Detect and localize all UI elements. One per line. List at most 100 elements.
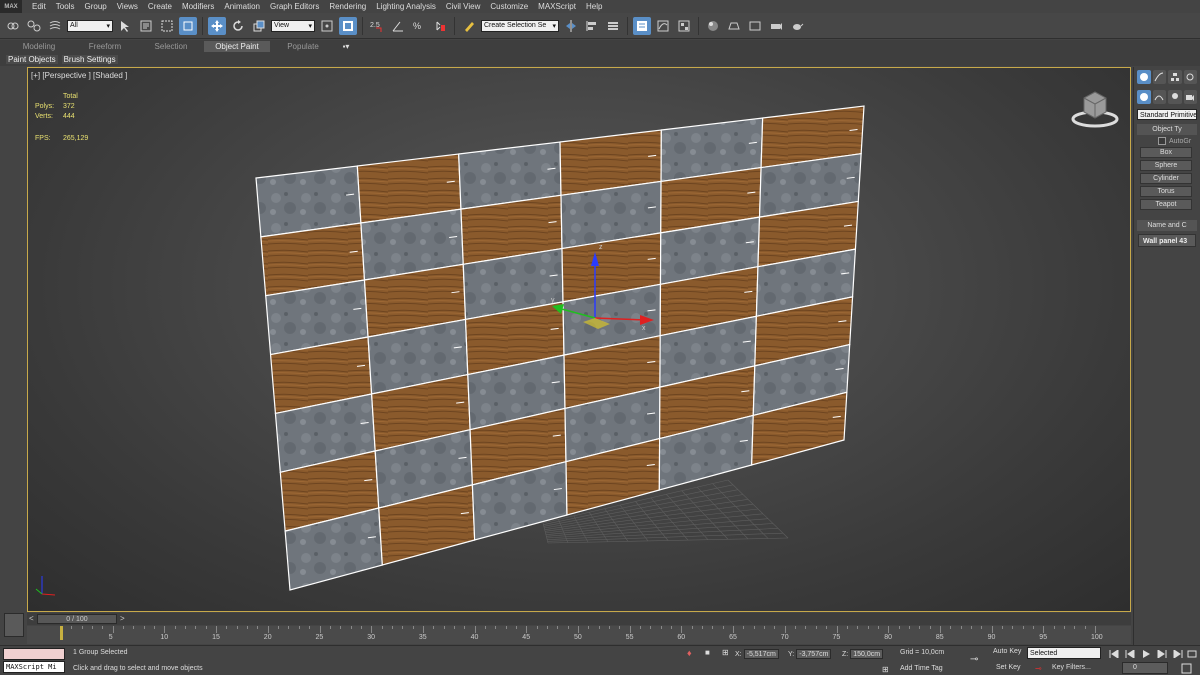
material-editor-icon[interactable] <box>704 17 722 35</box>
mini-curve-editor-icon[interactable] <box>4 613 24 637</box>
next-frame-icon[interactable] <box>1156 648 1168 660</box>
curve-editor-icon[interactable] <box>654 17 672 35</box>
schematic-view-icon[interactable] <box>675 17 693 35</box>
x-field[interactable]: -5,517cm <box>743 649 779 659</box>
paint-objects-panel[interactable]: Paint Objects <box>6 55 58 64</box>
autogrid-check[interactable] <box>1158 137 1166 145</box>
window-crossing-icon[interactable] <box>179 16 197 35</box>
time-tag-icon[interactable]: ⊞ <box>882 665 889 674</box>
ribbon-tab-populate[interactable]: Populate <box>270 41 336 52</box>
app-logo[interactable]: MAX <box>0 0 22 13</box>
y-field[interactable]: -3,757cm <box>796 649 832 659</box>
wall-panel-group[interactable] <box>255 105 865 591</box>
name-color-rollout[interactable]: Name and C <box>1137 220 1197 231</box>
autogrid-checkbox[interactable]: AutoGr <box>1158 137 1200 145</box>
isolate-selection-icon[interactable]: ♦ <box>687 648 692 658</box>
auto-key-button[interactable]: Auto Key <box>993 648 1021 655</box>
time-config-icon[interactable] <box>1186 648 1198 660</box>
menu-group[interactable]: Group <box>74 2 106 11</box>
box-button[interactable]: Box <box>1140 147 1192 158</box>
play-icon[interactable] <box>1140 648 1152 660</box>
maxscript-listener-input[interactable] <box>3 648 65 660</box>
sphere-button[interactable]: Sphere <box>1140 160 1192 171</box>
scene-explorer-icon[interactable] <box>633 16 651 35</box>
cameras-icon[interactable] <box>1183 90 1197 104</box>
primitive-category-dropdown[interactable]: Standard Primitives <box>1137 109 1197 120</box>
unlink-icon[interactable] <box>25 17 43 35</box>
percent-snap-icon[interactable]: % <box>410 17 428 35</box>
time-slider-thumb[interactable]: 0 / 100 <box>37 614 117 624</box>
render-production-icon[interactable] <box>767 17 785 35</box>
teapot-button[interactable]: Teapot <box>1140 199 1192 210</box>
current-frame-field[interactable]: 0 <box>1122 662 1168 674</box>
rect-selection-region-icon[interactable] <box>158 17 176 35</box>
z-field[interactable]: 150,0cm <box>850 649 884 659</box>
lock-selection-icon[interactable]: ■ <box>705 648 710 657</box>
absolute-mode-icon[interactable]: ⊞ <box>722 648 729 657</box>
render-setup-icon[interactable] <box>725 17 743 35</box>
go-to-end-icon[interactable] <box>1172 648 1184 660</box>
menu-animation[interactable]: Animation <box>214 2 260 11</box>
bind-spacewarp-icon[interactable] <box>46 17 64 35</box>
menu-lighting-analysis[interactable]: Lighting Analysis <box>366 2 436 11</box>
ribbon-tab-modeling[interactable]: Modeling <box>6 41 72 52</box>
time-slider[interactable]: < 0 / 100 > <box>27 613 1131 625</box>
lights-icon[interactable] <box>1168 90 1182 104</box>
select-and-scale-icon[interactable] <box>250 17 268 35</box>
ribbon-options-icon[interactable]: ▪▾ <box>336 41 356 52</box>
edit-named-selection-icon[interactable] <box>460 17 478 35</box>
hierarchy-tab-icon[interactable] <box>1168 70 1182 84</box>
menu-tools[interactable]: Tools <box>46 2 75 11</box>
key-icon[interactable]: ⊸ <box>970 654 978 665</box>
go-to-start-icon[interactable] <box>1108 648 1120 660</box>
geometry-icon[interactable] <box>1137 90 1151 104</box>
select-and-move-icon[interactable] <box>208 16 226 35</box>
menu-maxscript[interactable]: MAXScript <box>528 2 576 11</box>
align-icon[interactable] <box>583 17 601 35</box>
motion-tab-icon[interactable] <box>1183 70 1197 84</box>
ribbon-tab-freeform[interactable]: Freeform <box>72 41 138 52</box>
track-bar[interactable]: 5 10 15 20 25 30 35 40 45 50 55 60 65 70 75 80 85 90 95 100 <box>27 626 1131 644</box>
brush-settings-panel[interactable]: Brush Settings <box>61 55 118 64</box>
cylinder-button[interactable]: Cylinder <box>1140 173 1192 184</box>
menu-civil-view[interactable]: Civil View <box>436 2 481 11</box>
spinner-snap-icon[interactable] <box>431 17 449 35</box>
snap-toggle-icon[interactable]: 2.5 <box>368 17 386 35</box>
perspective-viewport[interactable]: z x y [+] [Perspective ] [Shaded ] Total… <box>27 67 1131 612</box>
menu-rendering[interactable]: Rendering <box>319 2 366 11</box>
render-teapot-icon[interactable] <box>788 17 806 35</box>
modify-tab-icon[interactable] <box>1152 70 1166 84</box>
menu-help[interactable]: Help <box>576 2 602 11</box>
angle-snap-icon[interactable] <box>389 17 407 35</box>
viewport-label[interactable]: [+] [Perspective ] [Shaded ] <box>31 71 127 80</box>
set-key-button[interactable]: Set Key <box>996 664 1021 671</box>
object-type-rollout[interactable]: Object Ty <box>1137 124 1197 135</box>
menu-edit[interactable]: Edit <box>22 2 46 11</box>
key-filters-button[interactable]: Key Filters... <box>1052 664 1091 671</box>
maxscript-mini-listener[interactable]: MAXScript Mi <box>3 661 65 673</box>
set-keys-icon[interactable]: ⊸ <box>1035 664 1042 673</box>
add-time-tag[interactable]: Add Time Tag <box>900 665 943 672</box>
viewport-scene[interactable]: z x y <box>28 68 1131 612</box>
object-name-field[interactable]: Wall panel 43 <box>1138 234 1196 247</box>
time-next-icon[interactable]: > <box>120 614 125 623</box>
time-prev-icon[interactable]: < <box>29 614 34 623</box>
previous-frame-icon[interactable] <box>1124 648 1136 660</box>
create-tab-icon[interactable] <box>1137 70 1151 84</box>
zoom-extents-icon[interactable] <box>1180 663 1194 674</box>
menu-views[interactable]: Views <box>107 2 138 11</box>
mirror-icon[interactable] <box>562 17 580 35</box>
select-by-name-icon[interactable] <box>137 17 155 35</box>
current-frame-marker[interactable] <box>60 626 63 640</box>
select-manipulate-icon[interactable] <box>339 16 357 35</box>
menu-modifiers[interactable]: Modifiers <box>172 2 214 11</box>
viewcube[interactable] <box>1071 91 1119 128</box>
selection-filter-dropdown[interactable]: All ▾ <box>67 19 113 32</box>
menu-customize[interactable]: Customize <box>480 2 528 11</box>
layer-manager-icon[interactable] <box>604 17 622 35</box>
torus-button[interactable]: Torus <box>1140 186 1192 197</box>
pivot-center-icon[interactable] <box>318 17 336 35</box>
rendered-frame-icon[interactable] <box>746 17 764 35</box>
key-mode-dropdown[interactable]: Selected <box>1027 647 1101 659</box>
link-icon[interactable] <box>4 17 22 35</box>
